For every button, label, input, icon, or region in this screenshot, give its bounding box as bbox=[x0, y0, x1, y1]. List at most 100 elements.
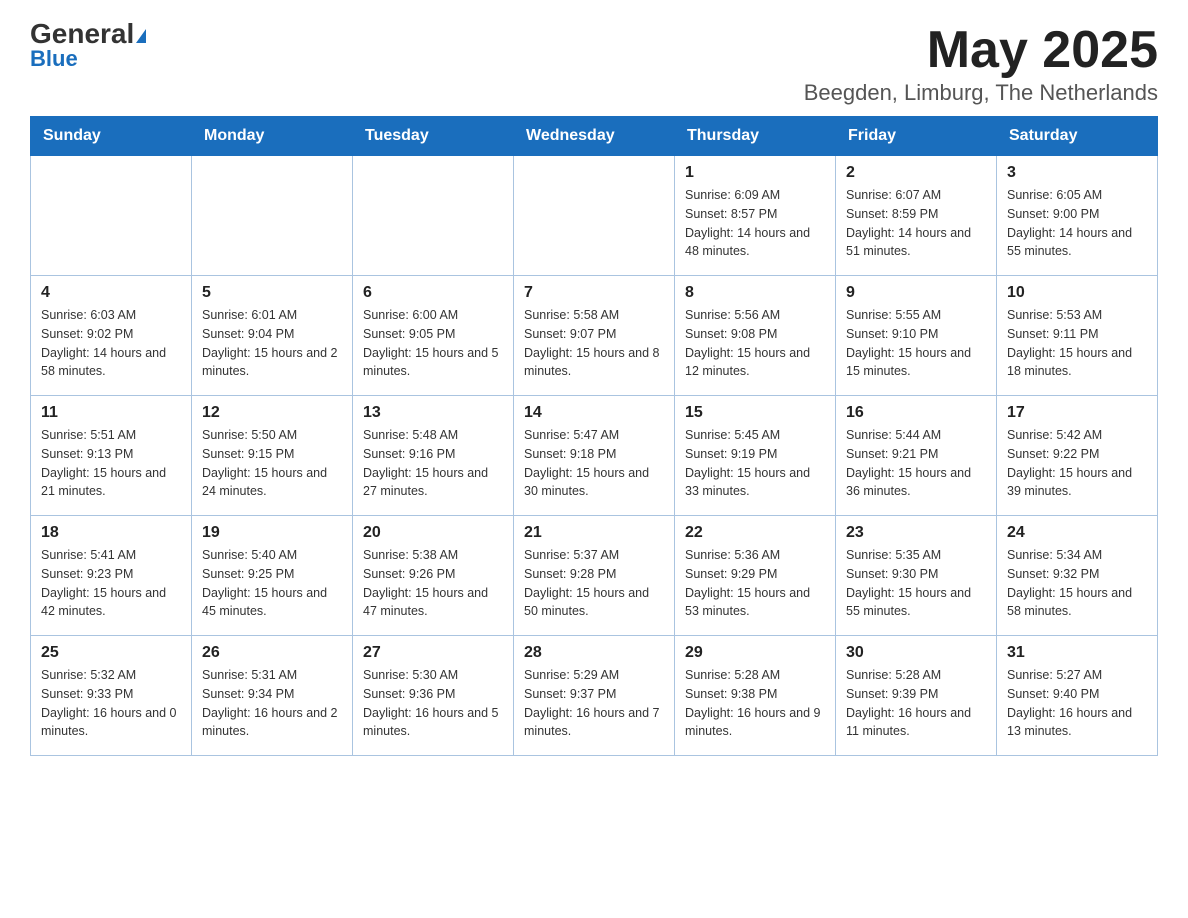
day-number: 18 bbox=[41, 524, 181, 542]
table-row bbox=[31, 156, 192, 276]
day-info: Sunrise: 5:34 AM Sunset: 9:32 PM Dayligh… bbox=[1007, 546, 1147, 621]
table-row: 4 Sunrise: 6:03 AM Sunset: 9:02 PM Daylig… bbox=[31, 276, 192, 396]
col-monday: Monday bbox=[192, 117, 353, 156]
day-info: Sunrise: 5:28 AM Sunset: 9:38 PM Dayligh… bbox=[685, 666, 825, 741]
day-info: Sunrise: 5:44 AM Sunset: 9:21 PM Dayligh… bbox=[846, 426, 986, 501]
table-row: 29 Sunrise: 5:28 AM Sunset: 9:38 PM Dayli… bbox=[675, 636, 836, 756]
table-row: 18 Sunrise: 5:41 AM Sunset: 9:23 PM Dayli… bbox=[31, 516, 192, 636]
col-saturday: Saturday bbox=[997, 117, 1158, 156]
day-info: Sunrise: 5:37 AM Sunset: 9:28 PM Dayligh… bbox=[524, 546, 664, 621]
calendar-header-row: Sunday Monday Tuesday Wednesday Thursday… bbox=[31, 117, 1158, 156]
day-number: 22 bbox=[685, 524, 825, 542]
day-info: Sunrise: 5:29 AM Sunset: 9:37 PM Dayligh… bbox=[524, 666, 664, 741]
col-wednesday: Wednesday bbox=[514, 117, 675, 156]
logo-triangle-icon bbox=[136, 29, 146, 43]
table-row: 3Sunrise: 6:05 AM Sunset: 9:00 PM Daylig… bbox=[997, 156, 1158, 276]
day-info: Sunrise: 5:30 AM Sunset: 9:36 PM Dayligh… bbox=[363, 666, 503, 741]
day-number: 15 bbox=[685, 404, 825, 422]
day-info: Sunrise: 6:07 AM Sunset: 8:59 PM Dayligh… bbox=[846, 186, 986, 261]
table-row: 19Sunrise: 5:40 AM Sunset: 9:25 PM Dayli… bbox=[192, 516, 353, 636]
day-info: Sunrise: 5:32 AM Sunset: 9:33 PM Dayligh… bbox=[41, 666, 181, 741]
day-info: Sunrise: 6:09 AM Sunset: 8:57 PM Dayligh… bbox=[685, 186, 825, 261]
day-info: Sunrise: 5:40 AM Sunset: 9:25 PM Dayligh… bbox=[202, 546, 342, 621]
table-row: 31Sunrise: 5:27 AM Sunset: 9:40 PM Dayli… bbox=[997, 636, 1158, 756]
calendar-week-row: 11 Sunrise: 5:51 AM Sunset: 9:13 PM Dayli… bbox=[31, 396, 1158, 516]
table-row: 10Sunrise: 5:53 AM Sunset: 9:11 PM Dayli… bbox=[997, 276, 1158, 396]
table-row: 28Sunrise: 5:29 AM Sunset: 9:37 PM Dayli… bbox=[514, 636, 675, 756]
day-info: Sunrise: 5:42 AM Sunset: 9:22 PM Dayligh… bbox=[1007, 426, 1147, 501]
day-number: 24 bbox=[1007, 524, 1147, 542]
calendar-subtitle: Beegden, Limburg, The Netherlands bbox=[804, 80, 1158, 106]
day-info: Sunrise: 5:31 AM Sunset: 9:34 PM Dayligh… bbox=[202, 666, 342, 741]
day-number: 9 bbox=[846, 284, 986, 302]
calendar-week-row: 4 Sunrise: 6:03 AM Sunset: 9:02 PM Daylig… bbox=[31, 276, 1158, 396]
table-row: 2 Sunrise: 6:07 AM Sunset: 8:59 PM Daylig… bbox=[836, 156, 997, 276]
day-number: 7 bbox=[524, 284, 664, 302]
day-info: Sunrise: 6:01 AM Sunset: 9:04 PM Dayligh… bbox=[202, 306, 342, 381]
day-number: 2 bbox=[846, 164, 986, 182]
table-row: 24 Sunrise: 5:34 AM Sunset: 9:32 PM Dayli… bbox=[997, 516, 1158, 636]
table-row: 6 Sunrise: 6:00 AM Sunset: 9:05 PM Daylig… bbox=[353, 276, 514, 396]
day-info: Sunrise: 5:56 AM Sunset: 9:08 PM Dayligh… bbox=[685, 306, 825, 381]
day-info: Sunrise: 5:35 AM Sunset: 9:30 PM Dayligh… bbox=[846, 546, 986, 621]
table-row: 14 Sunrise: 5:47 AM Sunset: 9:18 PM Dayli… bbox=[514, 396, 675, 516]
day-number: 14 bbox=[524, 404, 664, 422]
day-number: 26 bbox=[202, 644, 342, 662]
day-number: 30 bbox=[846, 644, 986, 662]
day-info: Sunrise: 6:05 AM Sunset: 9:00 PM Dayligh… bbox=[1007, 186, 1147, 261]
day-number: 29 bbox=[685, 644, 825, 662]
calendar-title: May 2025 bbox=[804, 20, 1158, 80]
day-info: Sunrise: 5:41 AM Sunset: 9:23 PM Dayligh… bbox=[41, 546, 181, 621]
day-number: 27 bbox=[363, 644, 503, 662]
day-number: 16 bbox=[846, 404, 986, 422]
col-friday: Friday bbox=[836, 117, 997, 156]
calendar-week-row: 25Sunrise: 5:32 AM Sunset: 9:33 PM Dayli… bbox=[31, 636, 1158, 756]
day-number: 31 bbox=[1007, 644, 1147, 662]
day-number: 12 bbox=[202, 404, 342, 422]
day-number: 17 bbox=[1007, 404, 1147, 422]
table-row: 22Sunrise: 5:36 AM Sunset: 9:29 PM Dayli… bbox=[675, 516, 836, 636]
day-info: Sunrise: 5:38 AM Sunset: 9:26 PM Dayligh… bbox=[363, 546, 503, 621]
day-info: Sunrise: 5:58 AM Sunset: 9:07 PM Dayligh… bbox=[524, 306, 664, 381]
col-tuesday: Tuesday bbox=[353, 117, 514, 156]
table-row: 13 Sunrise: 5:48 AM Sunset: 9:16 PM Dayli… bbox=[353, 396, 514, 516]
page-header: General Blue May 2025 Beegden, Limburg, … bbox=[30, 20, 1158, 106]
day-info: Sunrise: 5:47 AM Sunset: 9:18 PM Dayligh… bbox=[524, 426, 664, 501]
day-number: 6 bbox=[363, 284, 503, 302]
day-number: 20 bbox=[363, 524, 503, 542]
table-row: 23Sunrise: 5:35 AM Sunset: 9:30 PM Dayli… bbox=[836, 516, 997, 636]
table-row: 11 Sunrise: 5:51 AM Sunset: 9:13 PM Dayli… bbox=[31, 396, 192, 516]
day-number: 21 bbox=[524, 524, 664, 542]
col-thursday: Thursday bbox=[675, 117, 836, 156]
table-row: 20 Sunrise: 5:38 AM Sunset: 9:26 PM Dayli… bbox=[353, 516, 514, 636]
day-info: Sunrise: 5:45 AM Sunset: 9:19 PM Dayligh… bbox=[685, 426, 825, 501]
calendar-week-row: 1 Sunrise: 6:09 AM Sunset: 8:57 PM Daylig… bbox=[31, 156, 1158, 276]
table-row: 26 Sunrise: 5:31 AM Sunset: 9:34 PM Dayli… bbox=[192, 636, 353, 756]
table-row bbox=[353, 156, 514, 276]
table-row bbox=[192, 156, 353, 276]
table-row: 1 Sunrise: 6:09 AM Sunset: 8:57 PM Daylig… bbox=[675, 156, 836, 276]
logo-general: General bbox=[30, 20, 146, 48]
day-info: Sunrise: 5:28 AM Sunset: 9:39 PM Dayligh… bbox=[846, 666, 986, 741]
day-number: 4 bbox=[41, 284, 181, 302]
day-number: 10 bbox=[1007, 284, 1147, 302]
day-number: 1 bbox=[685, 164, 825, 182]
day-info: Sunrise: 5:50 AM Sunset: 9:15 PM Dayligh… bbox=[202, 426, 342, 501]
title-block: May 2025 Beegden, Limburg, The Netherlan… bbox=[804, 20, 1158, 106]
day-info: Sunrise: 5:51 AM Sunset: 9:13 PM Dayligh… bbox=[41, 426, 181, 501]
day-info: Sunrise: 6:00 AM Sunset: 9:05 PM Dayligh… bbox=[363, 306, 503, 381]
day-number: 5 bbox=[202, 284, 342, 302]
day-info: Sunrise: 6:03 AM Sunset: 9:02 PM Dayligh… bbox=[41, 306, 181, 381]
table-row: 30 Sunrise: 5:28 AM Sunset: 9:39 PM Dayli… bbox=[836, 636, 997, 756]
table-row bbox=[514, 156, 675, 276]
day-number: 13 bbox=[363, 404, 503, 422]
calendar-table: Sunday Monday Tuesday Wednesday Thursday… bbox=[30, 116, 1158, 756]
table-row: 8Sunrise: 5:56 AM Sunset: 9:08 PM Daylig… bbox=[675, 276, 836, 396]
table-row: 25Sunrise: 5:32 AM Sunset: 9:33 PM Dayli… bbox=[31, 636, 192, 756]
table-row: 21 Sunrise: 5:37 AM Sunset: 9:28 PM Dayli… bbox=[514, 516, 675, 636]
day-number: 11 bbox=[41, 404, 181, 422]
day-info: Sunrise: 5:48 AM Sunset: 9:16 PM Dayligh… bbox=[363, 426, 503, 501]
table-row: 16 Sunrise: 5:44 AM Sunset: 9:21 PM Dayli… bbox=[836, 396, 997, 516]
table-row: 12 Sunrise: 5:50 AM Sunset: 9:15 PM Dayli… bbox=[192, 396, 353, 516]
table-row: 7 Sunrise: 5:58 AM Sunset: 9:07 PM Daylig… bbox=[514, 276, 675, 396]
